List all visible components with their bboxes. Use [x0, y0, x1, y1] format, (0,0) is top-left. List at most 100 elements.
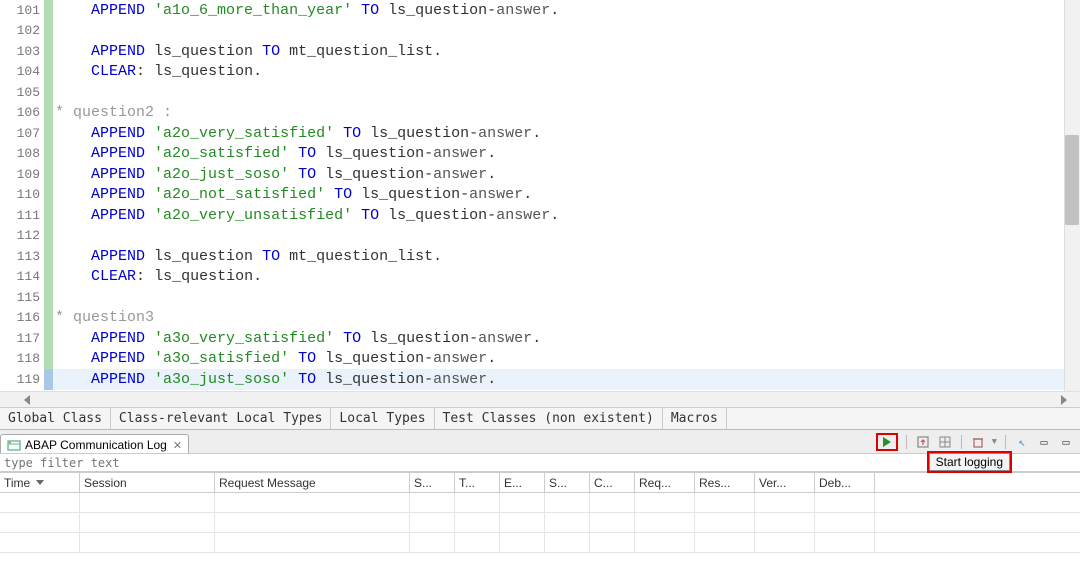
cell — [695, 493, 755, 512]
code-line[interactable]: APPEND 'a3o_very_satisfied' TO ls_questi… — [53, 328, 1080, 349]
cell — [410, 493, 455, 512]
change-marker — [44, 103, 53, 124]
col-header[interactable]: Request Message — [215, 473, 410, 492]
start-logging-button[interactable] — [876, 433, 898, 451]
code-line[interactable]: APPEND 'a2o_very_unsatisfied' TO ls_ques… — [53, 205, 1080, 226]
code-body[interactable]: APPEND 'a1o_6_more_than_year' TO ls_ques… — [53, 0, 1080, 391]
col-header[interactable]: E... — [500, 473, 545, 492]
line-number: 115 — [0, 287, 44, 308]
code-line[interactable]: APPEND 'a3o_just_soso' TO ls_question-an… — [53, 369, 1080, 390]
line-number: 103 — [0, 41, 44, 62]
code-editor[interactable]: 1011021031041051061071081091101111121131… — [0, 0, 1080, 391]
tab-global-class[interactable]: Global Class — [0, 408, 111, 429]
col-header[interactable]: S... — [545, 473, 590, 492]
start-logging-tooltip[interactable]: Start logging — [929, 453, 1010, 471]
col-header[interactable]: T... — [455, 473, 500, 492]
code-line[interactable]: APPEND 'a2o_very_satisfied' TO ls_questi… — [53, 123, 1080, 144]
code-line[interactable]: APPEND ls_question TO mt_question_list. — [53, 41, 1080, 62]
cell — [635, 493, 695, 512]
change-marker — [44, 226, 53, 247]
vertical-scrollbar[interactable] — [1064, 0, 1080, 391]
line-number: 108 — [0, 144, 44, 165]
tab-macros[interactable]: Macros — [663, 408, 727, 429]
line-number: 113 — [0, 246, 44, 267]
tab-test-classes-non-existent-[interactable]: Test Classes (non existent) — [435, 408, 663, 429]
col-header[interactable]: S... — [410, 473, 455, 492]
col-header[interactable]: Res... — [695, 473, 755, 492]
cell — [410, 513, 455, 532]
close-icon[interactable]: ✕ — [173, 439, 182, 452]
log-body — [0, 493, 1080, 553]
col-header[interactable]: Deb... — [815, 473, 875, 492]
change-marker — [44, 164, 53, 185]
code-line[interactable]: CLEAR: ls_question. — [53, 267, 1080, 288]
cell — [500, 533, 545, 552]
cell — [695, 513, 755, 532]
refresh-button[interactable]: ↖ — [1014, 434, 1030, 450]
code-line[interactable]: * question2 : — [53, 103, 1080, 124]
sort-desc-icon — [36, 480, 44, 485]
line-number: 106 — [0, 103, 44, 124]
col-header[interactable]: Session — [80, 473, 215, 492]
code-line[interactable] — [53, 226, 1080, 247]
delete-button[interactable] — [970, 434, 986, 450]
divider — [906, 435, 907, 449]
code-line[interactable] — [53, 287, 1080, 308]
panel-toolbar: ▼ ↖ ▭ ▭ — [876, 433, 1074, 451]
table-row — [0, 513, 1080, 533]
tab-abap-communication-log[interactable]: ABAP Communication Log ✕ — [0, 434, 189, 454]
line-number: 116 — [0, 308, 44, 329]
change-marker — [44, 246, 53, 267]
scroll-left-button[interactable] — [0, 392, 53, 407]
line-number: 105 — [0, 82, 44, 103]
line-gutter: 1011021031041051061071081091101111121131… — [0, 0, 44, 391]
cell — [215, 493, 410, 512]
tab-local-types[interactable]: Local Types — [331, 408, 434, 429]
col-header[interactable]: Req... — [635, 473, 695, 492]
line-number: 112 — [0, 226, 44, 247]
code-line[interactable] — [53, 21, 1080, 42]
cell — [455, 513, 500, 532]
scroll-thumb[interactable] — [1065, 135, 1079, 225]
chevron-right-icon — [1061, 395, 1067, 405]
bottom-panel-tabbar: ABAP Communication Log ✕ ▼ ↖ ▭ ▭ — [0, 429, 1080, 453]
code-line[interactable] — [53, 82, 1080, 103]
divider — [1005, 435, 1006, 449]
export-button[interactable] — [915, 434, 931, 450]
tab-class-relevant-local-types[interactable]: Class-relevant Local Types — [111, 408, 332, 429]
hscroll-track[interactable] — [53, 392, 1048, 407]
change-marker — [44, 144, 53, 165]
dropdown-arrow-icon[interactable]: ▼ — [992, 437, 997, 447]
col-header[interactable]: Time — [0, 473, 80, 492]
minimize-button[interactable]: ▭ — [1036, 434, 1052, 450]
divider — [961, 435, 962, 449]
code-line[interactable]: APPEND 'a2o_not_satisfied' TO ls_questio… — [53, 185, 1080, 206]
cell — [215, 533, 410, 552]
filter-input[interactable] — [0, 454, 1080, 471]
code-line[interactable]: CLEAR: ls_question. — [53, 62, 1080, 83]
change-marker — [44, 205, 53, 226]
maximize-button[interactable]: ▭ — [1058, 434, 1074, 450]
code-line[interactable]: APPEND 'a2o_just_soso' TO ls_question-an… — [53, 164, 1080, 185]
cell — [755, 513, 815, 532]
cell — [590, 533, 635, 552]
col-header[interactable]: C... — [590, 473, 635, 492]
change-marker — [44, 369, 53, 390]
chevron-left-icon — [24, 395, 30, 405]
code-line[interactable]: APPEND 'a2o_satisfied' TO ls_question-an… — [53, 144, 1080, 165]
change-marker — [44, 21, 53, 42]
col-header[interactable]: Ver... — [755, 473, 815, 492]
horizontal-scrollbar[interactable] — [0, 391, 1080, 407]
change-marker — [44, 41, 53, 62]
code-line[interactable]: APPEND 'a1o_6_more_than_year' TO ls_ques… — [53, 0, 1080, 21]
line-number: 101 — [0, 0, 44, 21]
change-marker — [44, 123, 53, 144]
code-line[interactable]: APPEND 'a3o_satisfied' TO ls_question-an… — [53, 349, 1080, 370]
change-marker — [44, 308, 53, 329]
change-marker — [44, 267, 53, 288]
code-line[interactable]: * question3 — [53, 308, 1080, 329]
grid-button[interactable] — [937, 434, 953, 450]
code-line[interactable]: APPEND ls_question TO mt_question_list. — [53, 246, 1080, 267]
log-icon — [7, 440, 21, 450]
scroll-right-button[interactable] — [1048, 392, 1080, 407]
